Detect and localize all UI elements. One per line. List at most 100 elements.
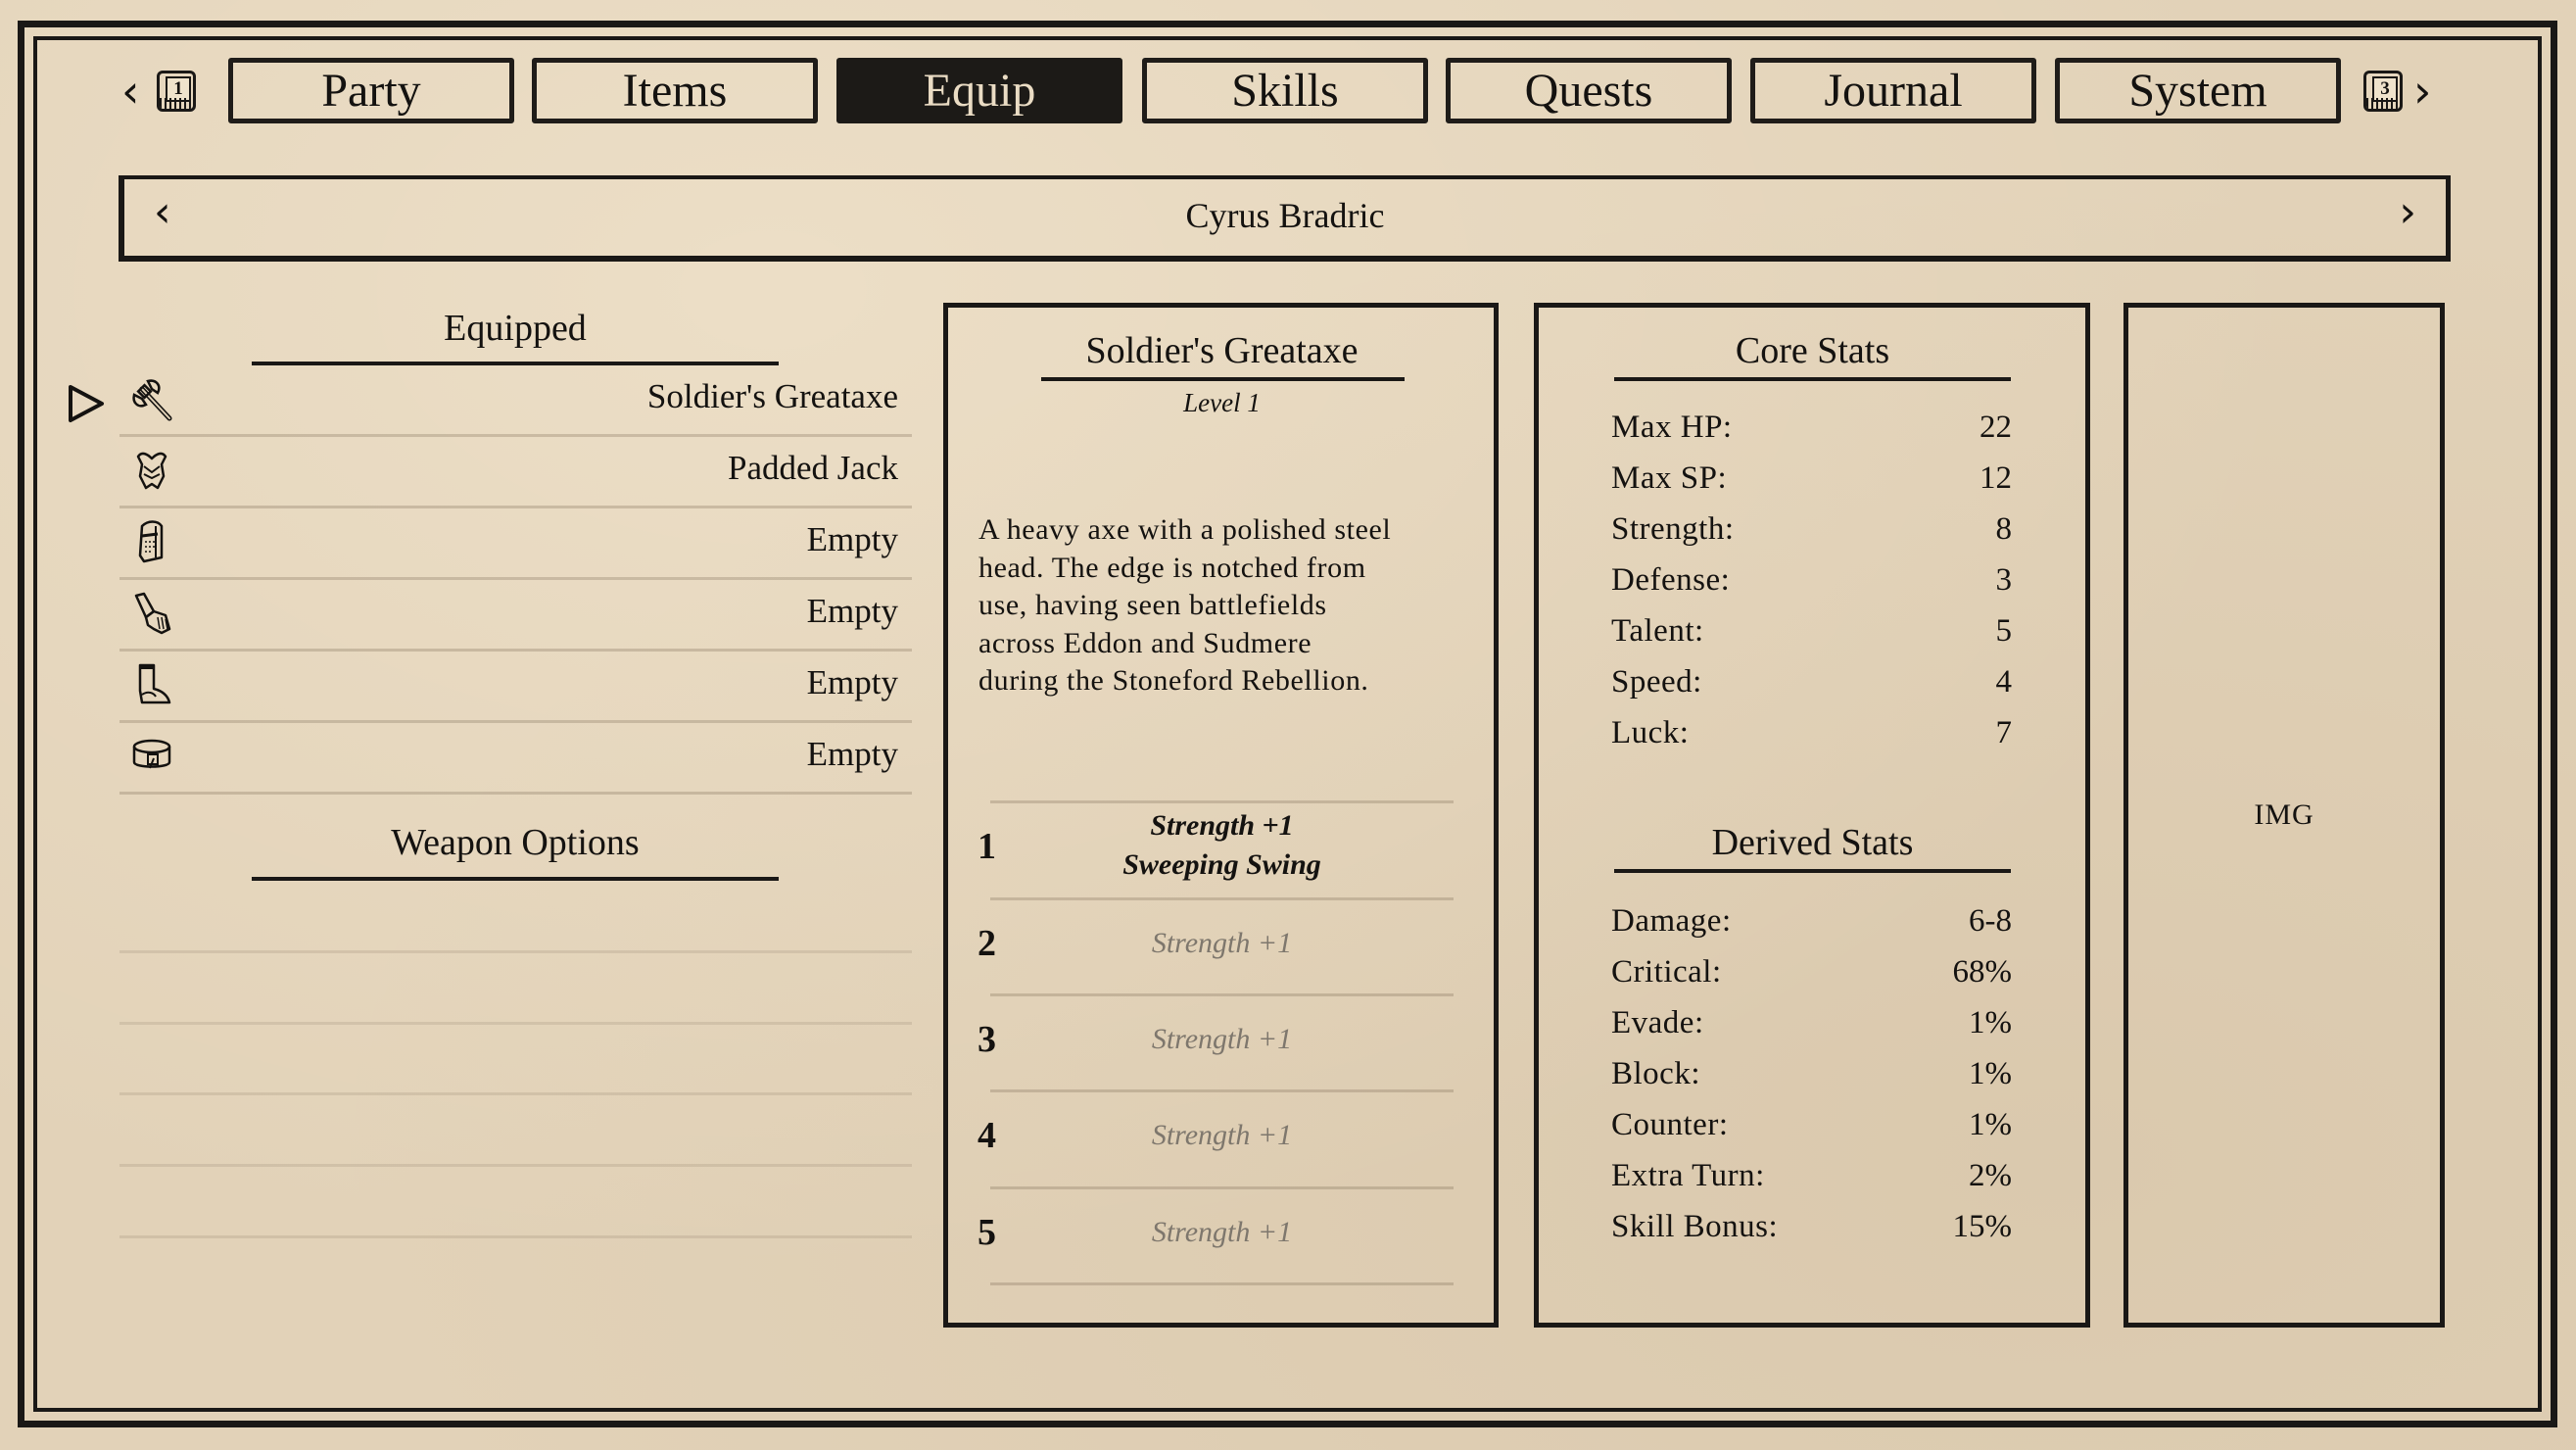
equip-slot-feet[interactable]: Empty [119,652,912,723]
stat-value: 1% [1969,1107,2012,1142]
selection-cursor-icon [69,385,104,422]
weapon-level-bonus: Strength +1 [1151,1023,1293,1055]
description-line: use, having seen battlefields [978,589,1327,621]
tab-equip[interactable]: Equip [836,58,1122,123]
stat-value: 6-8 [1969,903,2012,939]
row-divider [990,897,1454,900]
weapon-options-heading: Weapon Options [391,822,640,863]
item-name: Soldier's Greataxe [1085,330,1359,371]
stat-value: 2% [1969,1158,2012,1193]
stat-value: 5 [1995,613,2013,649]
stat-value: 15% [1952,1209,2013,1244]
keycap-icon [2366,98,2400,109]
boot-icon [138,663,171,704]
stat-value: 4 [1995,664,2013,700]
keycap-icon [160,98,193,109]
description-line: A heavy axe with a polished steel [978,513,1392,546]
weapon-option-slot[interactable] [119,1092,912,1095]
tab-system[interactable]: System [2055,58,2341,123]
stat-value: 68% [1952,954,2013,990]
weapon-level-bonus: Strength +1 [1151,1119,1293,1151]
description-line: head. The edge is notched from [978,551,1366,584]
equip-slot-hands[interactable]: Empty [119,580,912,652]
tab-journal[interactable]: Journal [1750,58,2036,123]
heading-underline [1041,377,1405,381]
equip-slot-waist[interactable]: Empty [119,723,912,795]
equip-slot-label: Soldier's Greataxe [646,377,898,415]
next-character-chevron-icon[interactable]: › [2399,191,2416,234]
stat-label: Max HP: [1611,410,1733,445]
tab-items[interactable]: Items [532,58,818,123]
equip-slot-label: Empty [806,735,898,773]
stat-label: Talent: [1611,613,1704,649]
axe-icon [132,379,172,421]
stat-label: Defense: [1611,562,1731,598]
tab-label: Skills [1231,65,1339,117]
next-tab-chevron-icon[interactable]: › [2413,69,2431,114]
character-name: Cyrus Bradric [1185,196,1385,235]
tab-label: System [2128,65,2267,117]
row-divider [990,1282,1454,1285]
equip-slot-body[interactable]: Padded Jack [119,437,912,508]
tab-label: Journal [1824,65,1963,117]
row-divider [990,1186,1454,1189]
stat-value: 12 [1980,460,2012,496]
prev-tab-key-hint: 1 [157,71,196,112]
tab-party[interactable]: Party [228,58,514,123]
belt-icon [132,739,171,769]
row-divider [119,792,912,795]
tab-label: Items [622,65,728,117]
prev-tab-chevron-icon[interactable]: ‹ [121,69,139,114]
stat-label: Strength: [1611,511,1735,547]
stat-value: 7 [1995,715,2013,750]
weapon-level-skill: Sweeping Swing [1122,848,1321,881]
heading-underline [1614,377,2011,381]
tab-quests[interactable]: Quests [1446,58,1732,123]
description-line: during the Stoneford Rebellion. [978,664,1369,697]
stat-value: 22 [1980,410,2012,445]
stat-label: Counter: [1611,1107,1729,1142]
item-description: A heavy axe with a polished steel head. … [978,511,1391,701]
stat-label: Critical: [1611,954,1722,990]
character-selector: ‹ Cyrus Bradric › [119,175,2451,262]
derived-stats-heading: Derived Stats [1711,822,1914,863]
stat-label: Block: [1611,1056,1700,1091]
heading-underline [1614,869,2011,873]
equip-slot-head[interactable]: Empty [119,508,912,580]
gauntlet-icon [134,592,171,635]
item-level: Level 1 [1183,388,1261,417]
tab-label: Quests [1524,65,1653,117]
tab-skills[interactable]: Skills [1142,58,1428,123]
weapon-level-bonus: Strength +1 [1151,1216,1293,1248]
weapon-option-slot[interactable] [119,1164,912,1167]
next-tab-key-hint: 3 [2363,71,2403,112]
description-line: across Eddon and Sudmere [978,626,1312,659]
stat-value: 1% [1969,1056,2012,1091]
stat-label: Skill Bonus: [1611,1209,1779,1244]
row-divider [990,993,1454,996]
stat-label: Evade: [1611,1005,1704,1040]
stat-label: Luck: [1611,715,1690,750]
stat-value: 1% [1969,1005,2012,1040]
weapon-level-bonus: Strength +1 [1151,927,1293,959]
weapon-level-bonus: Strength +1 [1150,809,1294,842]
chest-armor-icon [136,452,167,490]
row-divider [990,1089,1454,1092]
equip-slot-weapon[interactable]: Soldier's Greataxe [119,365,912,437]
equip-slot-label: Empty [806,520,898,558]
stat-value: 8 [1995,511,2013,547]
weapon-option-slot[interactable] [119,1022,912,1025]
core-stats-heading: Core Stats [1735,330,1890,371]
heading-underline [252,877,779,881]
stat-label: Max SP: [1611,460,1728,496]
equip-slot-label: Padded Jack [728,449,898,487]
equipped-heading: Equipped [444,308,587,349]
equip-slot-label: Empty [806,663,898,701]
portrait-panel: IMG [2123,303,2445,1328]
equip-slot-label: Empty [806,592,898,630]
weapon-option-slot[interactable] [119,1235,912,1238]
weapon-option-slot[interactable] [119,950,912,953]
tab-label: Party [321,65,421,117]
stat-label: Damage: [1611,903,1732,939]
stat-label: Extra Turn: [1611,1158,1765,1193]
